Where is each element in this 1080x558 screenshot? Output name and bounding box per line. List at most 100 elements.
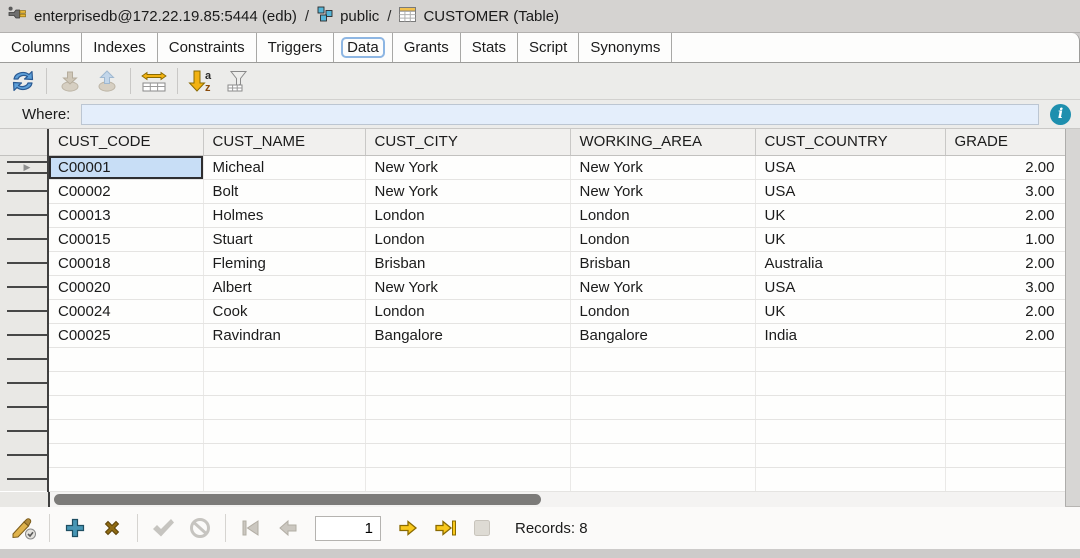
- horizontal-scrollbar-track[interactable]: [48, 492, 1065, 507]
- tab-grants[interactable]: Grants: [393, 33, 461, 62]
- horizontal-scrollbar[interactable]: [0, 492, 1065, 507]
- grid-cell[interactable]: New York: [365, 179, 570, 203]
- refresh-icon[interactable]: [6, 66, 40, 96]
- tab-constraints[interactable]: Constraints: [158, 33, 257, 62]
- grid-cell[interactable]: London: [365, 227, 570, 251]
- grid-cell[interactable]: New York: [365, 275, 570, 299]
- grid-cell[interactable]: New York: [570, 179, 755, 203]
- grid-cell[interactable]: New York: [570, 155, 755, 179]
- column-header-grade[interactable]: GRADE: [945, 129, 1065, 155]
- grid-cell[interactable]: 2.00: [945, 251, 1065, 275]
- grid-cell[interactable]: C00015: [48, 227, 203, 251]
- filter-icon[interactable]: [221, 66, 255, 96]
- row-header[interactable]: [0, 275, 48, 299]
- delete-record-icon[interactable]: [96, 512, 128, 544]
- record-number-input[interactable]: [315, 516, 381, 541]
- row-header[interactable]: [0, 227, 48, 251]
- tab-triggers[interactable]: Triggers: [257, 33, 334, 62]
- row-header-inner: [7, 454, 47, 456]
- breadcrumb-connection[interactable]: enterprisedb@172.22.19.85:5444 (edb): [34, 8, 297, 25]
- grid-cell[interactable]: Albert: [203, 275, 365, 299]
- column-header-cust_country[interactable]: CUST_COUNTRY: [755, 129, 945, 155]
- row-header[interactable]: [0, 203, 48, 227]
- grid-cell[interactable]: Holmes: [203, 203, 365, 227]
- edit-record-icon[interactable]: [8, 512, 40, 544]
- empty-cell: [755, 347, 945, 371]
- row-header[interactable]: ▶: [0, 155, 48, 179]
- grid-cell[interactable]: 2.00: [945, 323, 1065, 347]
- grid-cell[interactable]: London: [365, 203, 570, 227]
- grid-cell[interactable]: New York: [365, 155, 570, 179]
- grid-cell[interactable]: C00024: [48, 299, 203, 323]
- horizontal-scrollbar-thumb[interactable]: [54, 494, 541, 505]
- grid-cell[interactable]: UK: [755, 227, 945, 251]
- grid-cell[interactable]: USA: [755, 155, 945, 179]
- grid-cell[interactable]: USA: [755, 275, 945, 299]
- grid-cell[interactable]: London: [365, 299, 570, 323]
- next-record-icon[interactable]: [392, 512, 424, 544]
- row-header[interactable]: [0, 371, 48, 395]
- breadcrumb-object[interactable]: CUSTOMER (Table): [423, 8, 559, 25]
- grid-cell[interactable]: London: [570, 203, 755, 227]
- tab-data[interactable]: Data: [334, 33, 393, 62]
- row-header[interactable]: [0, 179, 48, 203]
- grid-cell[interactable]: C00013: [48, 203, 203, 227]
- grid-cell[interactable]: 1.00: [945, 227, 1065, 251]
- grid-cell[interactable]: Stuart: [203, 227, 365, 251]
- fit-column-width-icon[interactable]: [137, 66, 171, 96]
- grid-cell[interactable]: Cook: [203, 299, 365, 323]
- grid-cell[interactable]: London: [570, 299, 755, 323]
- grid-cell[interactable]: UK: [755, 299, 945, 323]
- row-header[interactable]: [0, 395, 48, 419]
- row-header[interactable]: [0, 467, 48, 491]
- grid-cell[interactable]: UK: [755, 203, 945, 227]
- row-header[interactable]: [0, 419, 48, 443]
- grid-cell[interactable]: 3.00: [945, 275, 1065, 299]
- tab-columns[interactable]: Columns: [0, 33, 82, 62]
- grid-cell[interactable]: London: [570, 227, 755, 251]
- grid-cell[interactable]: C00018: [48, 251, 203, 275]
- column-header-cust_name[interactable]: CUST_NAME: [203, 129, 365, 155]
- tab-synonyms[interactable]: Synonyms: [579, 33, 672, 62]
- grid-cell[interactable]: Bolt: [203, 179, 365, 203]
- grid-cell[interactable]: Brisban: [570, 251, 755, 275]
- grid-cell[interactable]: Fleming: [203, 251, 365, 275]
- column-header-cust_code[interactable]: CUST_CODE: [48, 129, 203, 155]
- tab-script[interactable]: Script: [518, 33, 579, 62]
- table-row: C00013HolmesLondonLondonUK2.00: [0, 203, 1065, 227]
- grid-cell[interactable]: C00001: [48, 155, 203, 179]
- grid-cell[interactable]: Bangalore: [365, 323, 570, 347]
- vertical-scrollbar[interactable]: [1065, 129, 1080, 506]
- grid-cell[interactable]: Brisban: [365, 251, 570, 275]
- grid-cell[interactable]: C00025: [48, 323, 203, 347]
- breadcrumb-schema[interactable]: public: [340, 8, 379, 25]
- grid-cell[interactable]: 3.00: [945, 179, 1065, 203]
- where-input[interactable]: [81, 104, 1039, 125]
- insert-record-icon[interactable]: [59, 512, 91, 544]
- schema-icon: [317, 6, 333, 26]
- info-icon[interactable]: i: [1050, 104, 1071, 125]
- row-header[interactable]: [0, 347, 48, 371]
- row-header[interactable]: [0, 323, 48, 347]
- grid-cell[interactable]: Australia: [755, 251, 945, 275]
- tab-indexes[interactable]: Indexes: [82, 33, 158, 62]
- last-record-icon[interactable]: [429, 512, 461, 544]
- grid-cell[interactable]: C00002: [48, 179, 203, 203]
- grid-cell[interactable]: Micheal: [203, 155, 365, 179]
- row-header[interactable]: [0, 443, 48, 467]
- sort-icon[interactable]: a z: [184, 66, 218, 96]
- grid-cell[interactable]: 2.00: [945, 155, 1065, 179]
- grid-cell[interactable]: 2.00: [945, 299, 1065, 323]
- grid-cell[interactable]: New York: [570, 275, 755, 299]
- row-header[interactable]: [0, 251, 48, 275]
- row-header[interactable]: [0, 299, 48, 323]
- column-header-cust_city[interactable]: CUST_CITY: [365, 129, 570, 155]
- grid-cell[interactable]: Bangalore: [570, 323, 755, 347]
- grid-cell[interactable]: India: [755, 323, 945, 347]
- grid-cell[interactable]: Ravindran: [203, 323, 365, 347]
- grid-cell[interactable]: C00020: [48, 275, 203, 299]
- grid-cell[interactable]: USA: [755, 179, 945, 203]
- grid-cell[interactable]: 2.00: [945, 203, 1065, 227]
- column-header-working_area[interactable]: WORKING_AREA: [570, 129, 755, 155]
- tab-stats[interactable]: Stats: [461, 33, 518, 62]
